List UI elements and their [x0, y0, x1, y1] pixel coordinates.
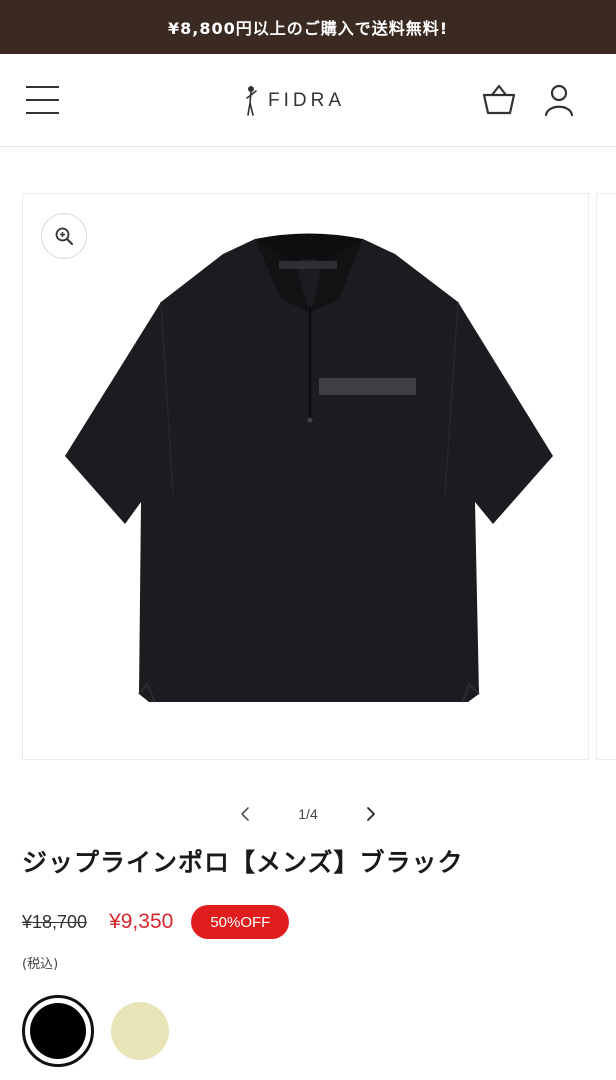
logo-text: FIDRA — [268, 90, 345, 111]
price-row: ¥18,700 ¥9,350 50%OFF — [22, 904, 290, 940]
zoom-in-icon[interactable] — [41, 213, 87, 259]
next-image-peek[interactable] — [596, 193, 616, 760]
chevron-left-icon[interactable] — [234, 804, 256, 824]
user-icon[interactable] — [540, 82, 578, 118]
promo-banner: ¥8,800円以上のご購入で送料無料! — [0, 0, 616, 54]
shopping-bag-icon[interactable] — [480, 82, 518, 118]
hamburger-menu-icon[interactable] — [26, 84, 60, 116]
sale-price: ¥9,350 — [109, 910, 174, 933]
site-header: FIDRA — [0, 54, 616, 147]
color-swatch-cream[interactable] — [111, 1002, 169, 1060]
golfer-logo-icon — [246, 86, 257, 116]
product-image-gallery[interactable] — [22, 193, 589, 760]
chevron-right-icon[interactable] — [360, 804, 382, 824]
original-price: ¥18,700 — [22, 911, 88, 932]
tax-note: (税込) — [22, 957, 59, 972]
swatch-fill-black — [30, 1003, 86, 1059]
color-swatch-black[interactable] — [22, 995, 94, 1067]
gallery-pager: 1/4 — [0, 800, 616, 828]
site-logo[interactable]: FIDRA — [244, 84, 345, 118]
image-counter: 1/4 — [298, 806, 318, 822]
discount-badge: 50%OFF — [191, 905, 290, 939]
promo-text: ¥8,800円以上のご購入で送料無料! — [167, 19, 449, 38]
product-image-polo-shirt — [65, 233, 553, 703]
product-title: ジップラインポロ【メンズ】ブラック — [22, 848, 464, 877]
